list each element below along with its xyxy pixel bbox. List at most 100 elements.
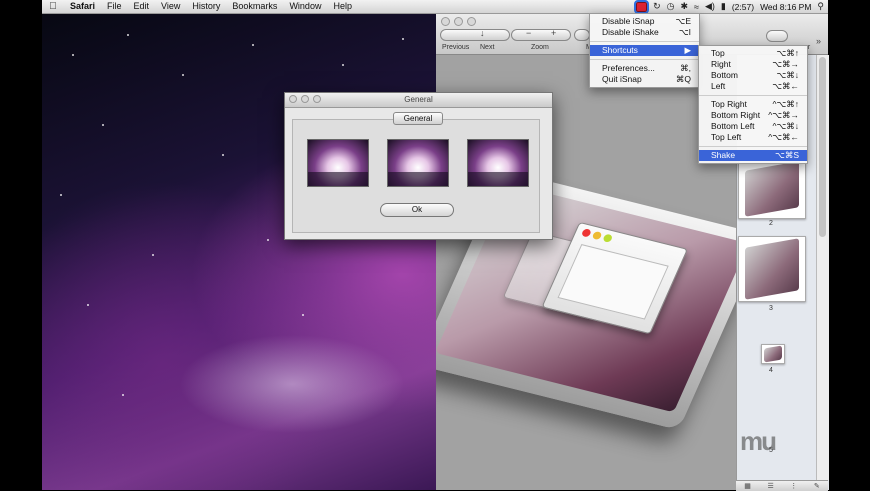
bluetooth-icon[interactable]: ✱ — [680, 1, 688, 12]
previous-label: Previous — [442, 44, 470, 51]
dialog-title: General — [404, 95, 433, 104]
close-button[interactable] — [441, 17, 450, 26]
menu-shortcut: ⌘Q — [675, 74, 691, 84]
general-preferences-window: General General Ok — [284, 92, 553, 240]
divider-handle-icon[interactable]: ⋮ — [790, 482, 797, 490]
star — [402, 38, 404, 40]
menu-safari[interactable]: Safari — [64, 0, 101, 13]
menu-file[interactable]: File — [101, 0, 128, 13]
dialog-titlebar[interactable]: General — [285, 93, 552, 108]
star — [122, 394, 124, 396]
menu-separator — [590, 59, 699, 60]
star — [302, 314, 304, 316]
zoom-in-icon: + — [551, 28, 557, 38]
menu-item-shortcuts[interactable]: Shortcuts ▶ — [590, 45, 699, 56]
menu-shortcut: ⌥⌘↑ — [776, 48, 799, 58]
time-machine-icon[interactable]: ◷ — [667, 1, 675, 12]
shortcut-right[interactable]: Right ⌥⌘→ — [699, 59, 807, 70]
zoom-control[interactable] — [511, 29, 571, 41]
star — [222, 154, 224, 156]
shortcuts-submenu: Top ⌥⌘↑ Right ⌥⌘→ Bottom ⌥⌘↓ Left ⌥⌘← Top Ri… — [698, 45, 808, 164]
menu-edit[interactable]: Edit — [128, 0, 156, 13]
site-watermark-logo: mu — [740, 426, 777, 456]
menu-history[interactable]: History — [186, 0, 226, 13]
menu-item-preferences[interactable]: Preferences... ⌘, — [590, 63, 699, 74]
snap-option-image-3[interactable] — [467, 139, 529, 187]
wifi-icon[interactable]: ≈ — [694, 2, 699, 12]
menu-item-label: Disable iShake — [602, 27, 659, 37]
isnap-menu-icon[interactable] — [634, 0, 650, 14]
spotlight-icon[interactable]: ⚲ — [817, 1, 824, 12]
clock[interactable]: Wed 8:16 PM — [760, 2, 811, 12]
shortcut-top[interactable]: Top ⌥⌘↑ — [699, 48, 807, 59]
shortcut-bottom-left[interactable]: Bottom Left ^⌥⌘↓ — [699, 121, 807, 132]
menu-shortcut: ⌘, — [680, 63, 691, 73]
sync-icon[interactable]: ↻ — [653, 1, 661, 12]
ok-button[interactable]: Ok — [380, 203, 454, 217]
snap-option-image-2[interactable] — [387, 139, 449, 187]
sidebar-scrollbar[interactable] — [816, 55, 829, 480]
minimize-button[interactable] — [454, 17, 463, 26]
menu-view[interactable]: View — [155, 0, 186, 13]
page-thumbnail-4[interactable] — [761, 344, 785, 364]
shortcut-bottom-right[interactable]: Bottom Right ^⌥⌘→ — [699, 110, 807, 121]
menu-separator — [699, 95, 807, 96]
menu-item-disable-ishake[interactable]: Disable iShake ⌥I — [590, 27, 699, 38]
page-number: 3 — [769, 305, 773, 312]
menu-item-label: Shortcuts — [602, 45, 638, 55]
star — [72, 54, 74, 56]
menu-item-label: Shake — [711, 150, 736, 160]
menu-shortcut: ⌥E — [675, 16, 691, 26]
move-tool-button[interactable] — [574, 29, 590, 41]
menu-item-label: Preferences... — [602, 63, 655, 73]
page-number: 4 — [769, 367, 773, 374]
page-thumbnail-2[interactable] — [738, 159, 806, 219]
zoom-out-icon: − — [526, 28, 532, 38]
shortcut-shake[interactable]: Shake ⌥⌘S — [699, 150, 807, 161]
volume-icon[interactable]: ◀) — [705, 1, 715, 12]
menu-window[interactable]: Window — [283, 0, 327, 13]
thumbnail-image — [745, 161, 799, 217]
sidebar-button[interactable] — [766, 30, 788, 42]
snap-option-image-1[interactable] — [307, 139, 369, 187]
apple-menu-icon[interactable]:  — [42, 1, 64, 12]
shortcut-top-right[interactable]: Top Right ^⌥⌘↑ — [699, 99, 807, 110]
menu-shortcut: ^⌥⌘→ — [768, 110, 799, 120]
general-tab[interactable]: General — [393, 112, 443, 125]
page-thumbnail-3[interactable] — [738, 236, 806, 302]
menu-separator — [699, 146, 807, 147]
menu-shortcut: ^⌥⌘↑ — [772, 99, 799, 109]
yellow-dot — [591, 230, 603, 241]
menu-shortcut: ^⌥⌘↓ — [772, 121, 799, 131]
list-view-icon[interactable]: ☰ — [767, 482, 773, 490]
menu-item-disable-isnap[interactable]: Disable iSnap ⌥E — [590, 16, 699, 27]
menu-bar:  Safari File Edit View History Bookmark… — [42, 0, 828, 14]
menu-shortcut: ⌥⌘S — [775, 150, 799, 160]
shortcut-top-left[interactable]: Top Left ^⌥⌘← — [699, 132, 807, 143]
star — [252, 44, 254, 46]
menu-separator — [590, 41, 699, 42]
battery-icon[interactable]: ▮ — [721, 1, 726, 12]
menu-help[interactable]: Help — [327, 0, 358, 13]
grid-view-icon[interactable]: ▦ — [744, 482, 751, 490]
shortcut-bottom[interactable]: Bottom ⌥⌘↓ — [699, 70, 807, 81]
star — [267, 239, 269, 241]
menu-item-quit[interactable]: Quit iSnap ⌘Q — [590, 74, 699, 85]
star — [127, 34, 129, 36]
shortcut-left[interactable]: Left ⌥⌘← — [699, 81, 807, 92]
scrollbar-thumb[interactable] — [819, 57, 826, 237]
zoom-window-button[interactable] — [467, 17, 476, 26]
thumbnail-image — [745, 238, 799, 300]
red-dot — [580, 228, 592, 238]
previous-next-control[interactable] — [440, 29, 510, 41]
pencil-icon[interactable]: ✎ — [814, 482, 820, 490]
next-label: Next — [480, 44, 495, 51]
thumbnail-image — [764, 345, 782, 363]
isnap-dropdown-menu: Disable iSnap ⌥E Disable iShake ⌥I Shortcu… — [589, 13, 700, 88]
zoom-label: Zoom — [531, 44, 549, 51]
desktop-background — [42, 14, 436, 490]
menu-bookmarks[interactable]: Bookmarks — [226, 0, 283, 13]
menu-item-label: Top — [711, 48, 725, 58]
toolbar-overflow-icon[interactable]: » — [816, 36, 821, 46]
next-arrow-icon: ↓ — [480, 28, 485, 38]
